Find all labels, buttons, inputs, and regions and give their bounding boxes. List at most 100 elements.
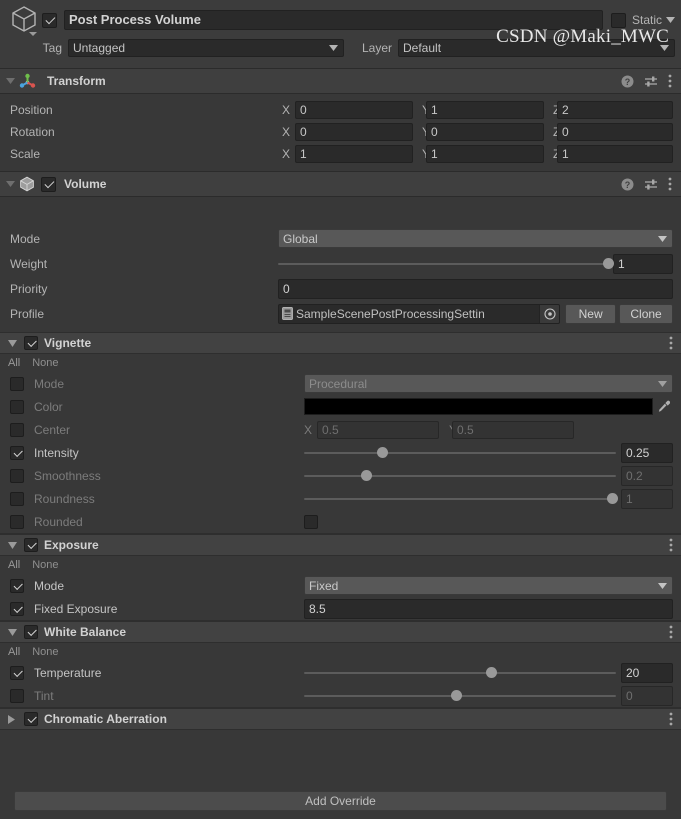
exposure-all-button[interactable]: All (8, 559, 20, 571)
preset-settings-icon[interactable] (644, 75, 658, 88)
layer-value: Default (403, 41, 442, 55)
white-balance-foldout-arrow-icon[interactable] (8, 628, 17, 636)
eyedropper-icon[interactable] (653, 400, 673, 413)
help-icon[interactable]: ? (621, 178, 634, 191)
volume-weight-slider[interactable] (278, 255, 614, 273)
slider-knob[interactable] (485, 667, 497, 678)
slider-knob[interactable] (607, 493, 619, 504)
exposure-mode-row: Mode Fixed (0, 574, 681, 597)
exposure-fixed-input[interactable]: 8.5 (304, 598, 673, 619)
vignette-roundness-override-checkbox[interactable] (10, 491, 24, 506)
svg-text:?: ? (625, 77, 631, 87)
slider-track (304, 497, 616, 500)
add-override-button[interactable]: Add Override (14, 791, 667, 811)
transform-component-header[interactable]: Transform ? (0, 68, 681, 94)
chromatic-aberration-enabled-checkbox[interactable] (24, 712, 38, 726)
vignette-all-button[interactable]: All (8, 357, 20, 369)
vignette-center-override-checkbox[interactable] (10, 422, 24, 437)
exposure-none-button[interactable]: None (32, 559, 58, 571)
gameobject-cube-icon[interactable] (8, 5, 42, 36)
volume-enabled-checkbox[interactable] (41, 176, 56, 192)
override-header-white-balance[interactable]: White Balance (0, 621, 681, 643)
position-x-input[interactable]: 0 (295, 101, 413, 119)
scale-y-input[interactable]: 1 (426, 145, 544, 163)
slider-knob[interactable] (451, 690, 463, 701)
exposure-mode-dropdown[interactable]: Fixed (304, 576, 673, 595)
preset-settings-icon[interactable] (644, 178, 658, 191)
exposure-mode-override-checkbox[interactable] (10, 578, 24, 593)
volume-priority-input[interactable]: 0 (278, 278, 673, 299)
white-balance-all-button[interactable]: All (8, 646, 20, 658)
tag-dropdown[interactable]: Untagged (68, 39, 344, 57)
profile-new-button[interactable]: New (565, 303, 617, 324)
rotation-x-input[interactable]: 0 (295, 123, 413, 141)
vignette-intensity-override-checkbox[interactable] (10, 445, 24, 460)
transform-foldout-arrow-icon[interactable] (3, 78, 17, 84)
chromatic-aberration-foldout-arrow-icon[interactable] (8, 714, 15, 724)
override-header-chromatic-aberration[interactable]: Chromatic Aberration (0, 708, 681, 730)
volume-component-header[interactable]: Volume ? (0, 171, 681, 197)
vignette-intensity-input[interactable]: 0.25 (621, 442, 673, 463)
volume-profile-object-field[interactable]: SampleScenePostProcessingSettin (278, 303, 561, 324)
slider-knob[interactable] (602, 258, 614, 269)
tint-input[interactable]: 0 (621, 685, 673, 706)
white-balance-temperature-row: Temperature 20 (0, 661, 681, 684)
temperature-override-checkbox[interactable] (10, 665, 24, 680)
vignette-foldout-arrow-icon[interactable] (8, 339, 17, 347)
rotation-y-input[interactable]: 0 (426, 123, 544, 141)
target-circle-icon (544, 307, 556, 320)
vignette-rounded-override-checkbox[interactable] (10, 514, 24, 529)
position-y-input[interactable]: 1 (426, 101, 544, 119)
exposure-fixed-override-checkbox[interactable] (10, 601, 24, 616)
vignette-smoothness-override-checkbox[interactable] (10, 468, 24, 483)
vignette-smoothness-input[interactable]: 0.2 (621, 465, 673, 486)
more-options-icon[interactable] (669, 625, 673, 639)
center-x-axis-label: X (304, 422, 313, 437)
profile-clone-button[interactable]: Clone (619, 303, 674, 324)
vignette-roundness-input[interactable]: 1 (621, 488, 673, 509)
override-header-exposure[interactable]: Exposure (0, 534, 681, 556)
vignette-mode-dropdown[interactable]: Procedural (304, 374, 673, 393)
vignette-none-button[interactable]: None (32, 357, 58, 369)
exposure-enabled-checkbox[interactable] (24, 538, 38, 552)
transform-rotation-row: Rotation X 0 Y 0 Z 0 (0, 121, 681, 143)
white-balance-enabled-checkbox[interactable] (24, 625, 38, 639)
more-options-icon[interactable] (668, 177, 672, 191)
more-options-icon[interactable] (669, 712, 673, 726)
vignette-color-swatch[interactable] (304, 398, 653, 415)
vignette-rounded-value-checkbox[interactable] (304, 514, 318, 529)
help-icon[interactable]: ? (621, 75, 634, 88)
object-picker-button[interactable] (539, 304, 560, 323)
vignette-smoothness-slider[interactable] (304, 467, 616, 485)
tint-slider[interactable] (304, 687, 616, 705)
tint-label: Tint (34, 688, 54, 703)
temperature-input[interactable]: 20 (621, 662, 673, 683)
temperature-slider[interactable] (304, 664, 616, 682)
vignette-enabled-checkbox[interactable] (24, 336, 38, 350)
volume-weight-input[interactable]: 1 (613, 253, 673, 274)
vignette-center-y-input[interactable]: 0.5 (452, 420, 574, 439)
vignette-color-override-checkbox[interactable] (10, 399, 24, 414)
static-dropdown-arrow-icon[interactable] (666, 17, 675, 23)
more-options-icon[interactable] (668, 74, 672, 88)
white-balance-none-button[interactable]: None (32, 646, 58, 658)
vignette-roundness-slider[interactable] (304, 490, 619, 508)
volume-foldout-arrow-icon[interactable] (3, 181, 17, 187)
tint-override-checkbox[interactable] (10, 688, 24, 703)
vignette-roundness-row: Roundness 1 (0, 487, 681, 510)
position-z-input[interactable]: 2 (557, 101, 673, 119)
exposure-foldout-arrow-icon[interactable] (8, 541, 17, 549)
slider-knob[interactable] (376, 447, 388, 458)
scale-x-input[interactable]: 1 (295, 145, 413, 163)
gameobject-enabled-checkbox[interactable] (42, 12, 57, 28)
rotation-z-input[interactable]: 0 (557, 123, 673, 141)
volume-mode-dropdown[interactable]: Global (278, 229, 673, 248)
override-header-vignette[interactable]: Vignette (0, 332, 681, 354)
more-options-icon[interactable] (669, 336, 673, 350)
slider-knob[interactable] (360, 470, 372, 481)
vignette-intensity-slider[interactable] (304, 444, 616, 462)
vignette-mode-override-checkbox[interactable] (10, 376, 24, 391)
scale-z-input[interactable]: 1 (557, 145, 673, 163)
more-options-icon[interactable] (669, 538, 673, 552)
vignette-center-x-input[interactable]: 0.5 (317, 420, 439, 439)
